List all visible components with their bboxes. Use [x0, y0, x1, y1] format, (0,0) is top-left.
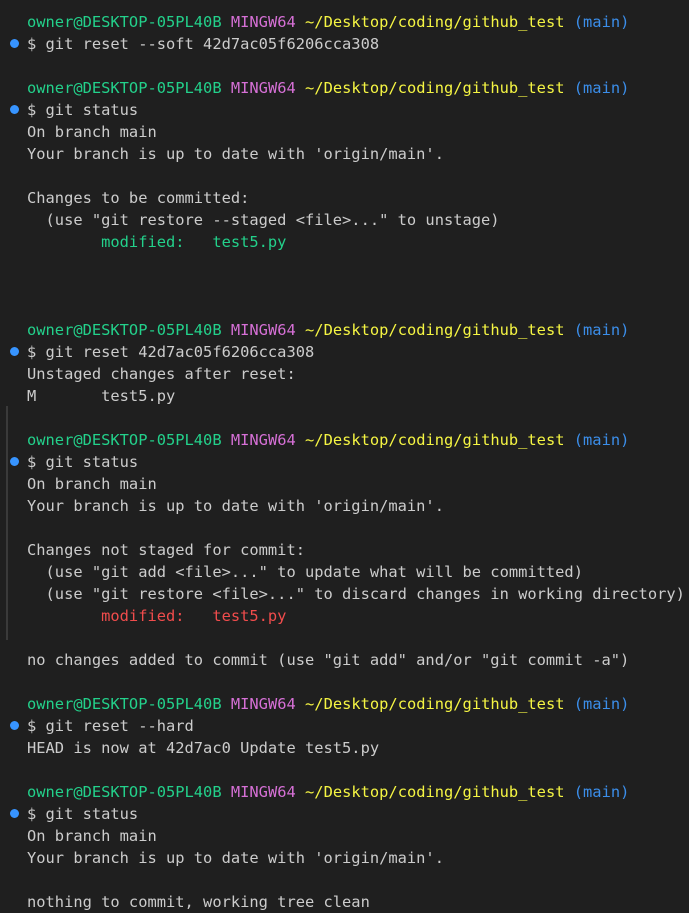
- prompt-user-host: owner@DESKTOP-05PL40B: [27, 79, 222, 97]
- output-line: HEAD is now at 42d7ac0 Update test5.py: [0, 737, 689, 759]
- prompt-path: ~/Desktop/coding/github_test: [305, 783, 565, 801]
- output-text: modified: test5.py: [27, 233, 287, 251]
- output-text: no changes added to commit (use "git add…: [27, 651, 630, 669]
- command-line: $ git status: [0, 451, 689, 473]
- output-line: (use "git restore <file>..." to discard …: [0, 583, 689, 605]
- command-decoration-icon[interactable]: [10, 809, 19, 818]
- prompt-branch: (main): [573, 13, 630, 31]
- output-line: Your branch is up to date with 'origin/m…: [0, 495, 689, 517]
- prompt-branch: (main): [573, 321, 630, 339]
- output-line: On branch main: [0, 825, 689, 847]
- output-text: On branch main: [27, 827, 157, 845]
- output-text: Changes not staged for commit:: [27, 541, 305, 559]
- output-line: On branch main: [0, 473, 689, 495]
- command-line: $ git reset 42d7ac05f6206cca308: [0, 341, 689, 363]
- output-text: M test5.py: [27, 387, 176, 405]
- prompt-branch: (main): [573, 79, 630, 97]
- command-text: $ git reset --soft 42d7ac05f6206cca308: [27, 35, 380, 53]
- command-text: $ git status: [27, 453, 139, 471]
- output-line: (use "git add <file>..." to update what …: [0, 561, 689, 583]
- output-line: Unstaged changes after reset:: [0, 363, 689, 385]
- output-line: Changes not staged for commit:: [0, 539, 689, 561]
- output-text: (use "git restore <file>..." to discard …: [27, 585, 685, 603]
- output-text: Your branch is up to date with 'origin/m…: [27, 145, 444, 163]
- output-line: no changes added to commit (use "git add…: [0, 649, 689, 671]
- output-line: nothing to commit, working tree clean: [0, 891, 689, 913]
- prompt-user-host: owner@DESKTOP-05PL40B: [27, 695, 222, 713]
- prompt-line: owner@DESKTOP-05PL40B MINGW64 ~/Desktop/…: [0, 77, 689, 99]
- command-decoration-icon[interactable]: [10, 721, 19, 730]
- prompt-line: owner@DESKTOP-05PL40B MINGW64 ~/Desktop/…: [0, 781, 689, 803]
- prompt-line: owner@DESKTOP-05PL40B MINGW64 ~/Desktop/…: [0, 11, 689, 33]
- output-text: Unstaged changes after reset:: [27, 365, 296, 383]
- prompt-line: owner@DESKTOP-05PL40B MINGW64 ~/Desktop/…: [0, 429, 689, 451]
- output-line: Your branch is up to date with 'origin/m…: [0, 847, 689, 869]
- output-text: modified: test5.py: [27, 607, 287, 625]
- output-line: Changes to be committed:: [0, 187, 689, 209]
- output-text: Changes to be committed:: [27, 189, 250, 207]
- command-decoration-icon[interactable]: [10, 457, 19, 466]
- command-decoration-icon[interactable]: [10, 347, 19, 356]
- prompt-path: ~/Desktop/coding/github_test: [305, 695, 565, 713]
- selected-command-gutter-bar: [6, 406, 8, 640]
- command-line: $ git status: [0, 803, 689, 825]
- prompt-branch: (main): [573, 695, 630, 713]
- prompt-path: ~/Desktop/coding/github_test: [305, 79, 565, 97]
- command-text: $ git status: [27, 805, 139, 823]
- output-text: HEAD is now at 42d7ac0 Update test5.py: [27, 739, 380, 757]
- terminal-output[interactable]: owner@DESKTOP-05PL40B MINGW64 ~/Desktop/…: [0, 11, 689, 913]
- output-line: modified: test5.py: [0, 605, 689, 627]
- command-decoration-icon[interactable]: [10, 105, 19, 114]
- command-decoration-icon[interactable]: [10, 39, 19, 48]
- output-line: modified: test5.py: [0, 231, 689, 253]
- command-line: $ git reset --soft 42d7ac05f6206cca308: [0, 33, 689, 55]
- prompt-path: ~/Desktop/coding/github_test: [305, 13, 565, 31]
- command-text: $ git reset 42d7ac05f6206cca308: [27, 343, 315, 361]
- output-text: Your branch is up to date with 'origin/m…: [27, 497, 444, 515]
- prompt-path: ~/Desktop/coding/github_test: [305, 321, 565, 339]
- prompt-user-host: owner@DESKTOP-05PL40B: [27, 431, 222, 449]
- prompt-user-host: owner@DESKTOP-05PL40B: [27, 783, 222, 801]
- prompt-user-host: owner@DESKTOP-05PL40B: [27, 321, 222, 339]
- output-text: On branch main: [27, 475, 157, 493]
- prompt-system: MINGW64: [230, 79, 296, 97]
- prompt-line: owner@DESKTOP-05PL40B MINGW64 ~/Desktop/…: [0, 319, 689, 341]
- prompt-system: MINGW64: [230, 695, 296, 713]
- prompt-line: owner@DESKTOP-05PL40B MINGW64 ~/Desktop/…: [0, 693, 689, 715]
- output-text: On branch main: [27, 123, 157, 141]
- output-line: Your branch is up to date with 'origin/m…: [0, 143, 689, 165]
- output-text: (use "git add <file>..." to update what …: [27, 563, 583, 581]
- prompt-path: ~/Desktop/coding/github_test: [305, 431, 565, 449]
- command-line: $ git reset --hard: [0, 715, 689, 737]
- prompt-branch: (main): [573, 431, 630, 449]
- prompt-branch: (main): [573, 783, 630, 801]
- output-line: M test5.py: [0, 385, 689, 407]
- prompt-system: MINGW64: [230, 13, 296, 31]
- command-text: $ git status: [27, 101, 139, 119]
- prompt-system: MINGW64: [230, 431, 296, 449]
- output-text: nothing to commit, working tree clean: [27, 893, 370, 911]
- prompt-system: MINGW64: [230, 321, 296, 339]
- prompt-user-host: owner@DESKTOP-05PL40B: [27, 13, 222, 31]
- prompt-system: MINGW64: [230, 783, 296, 801]
- command-line: $ git status: [0, 99, 689, 121]
- output-line: On branch main: [0, 121, 689, 143]
- output-text: Your branch is up to date with 'origin/m…: [27, 849, 444, 867]
- command-text: $ git reset --hard: [27, 717, 194, 735]
- output-text: (use "git restore --staged <file>..." to…: [27, 211, 500, 229]
- output-line: (use "git restore --staged <file>..." to…: [0, 209, 689, 231]
